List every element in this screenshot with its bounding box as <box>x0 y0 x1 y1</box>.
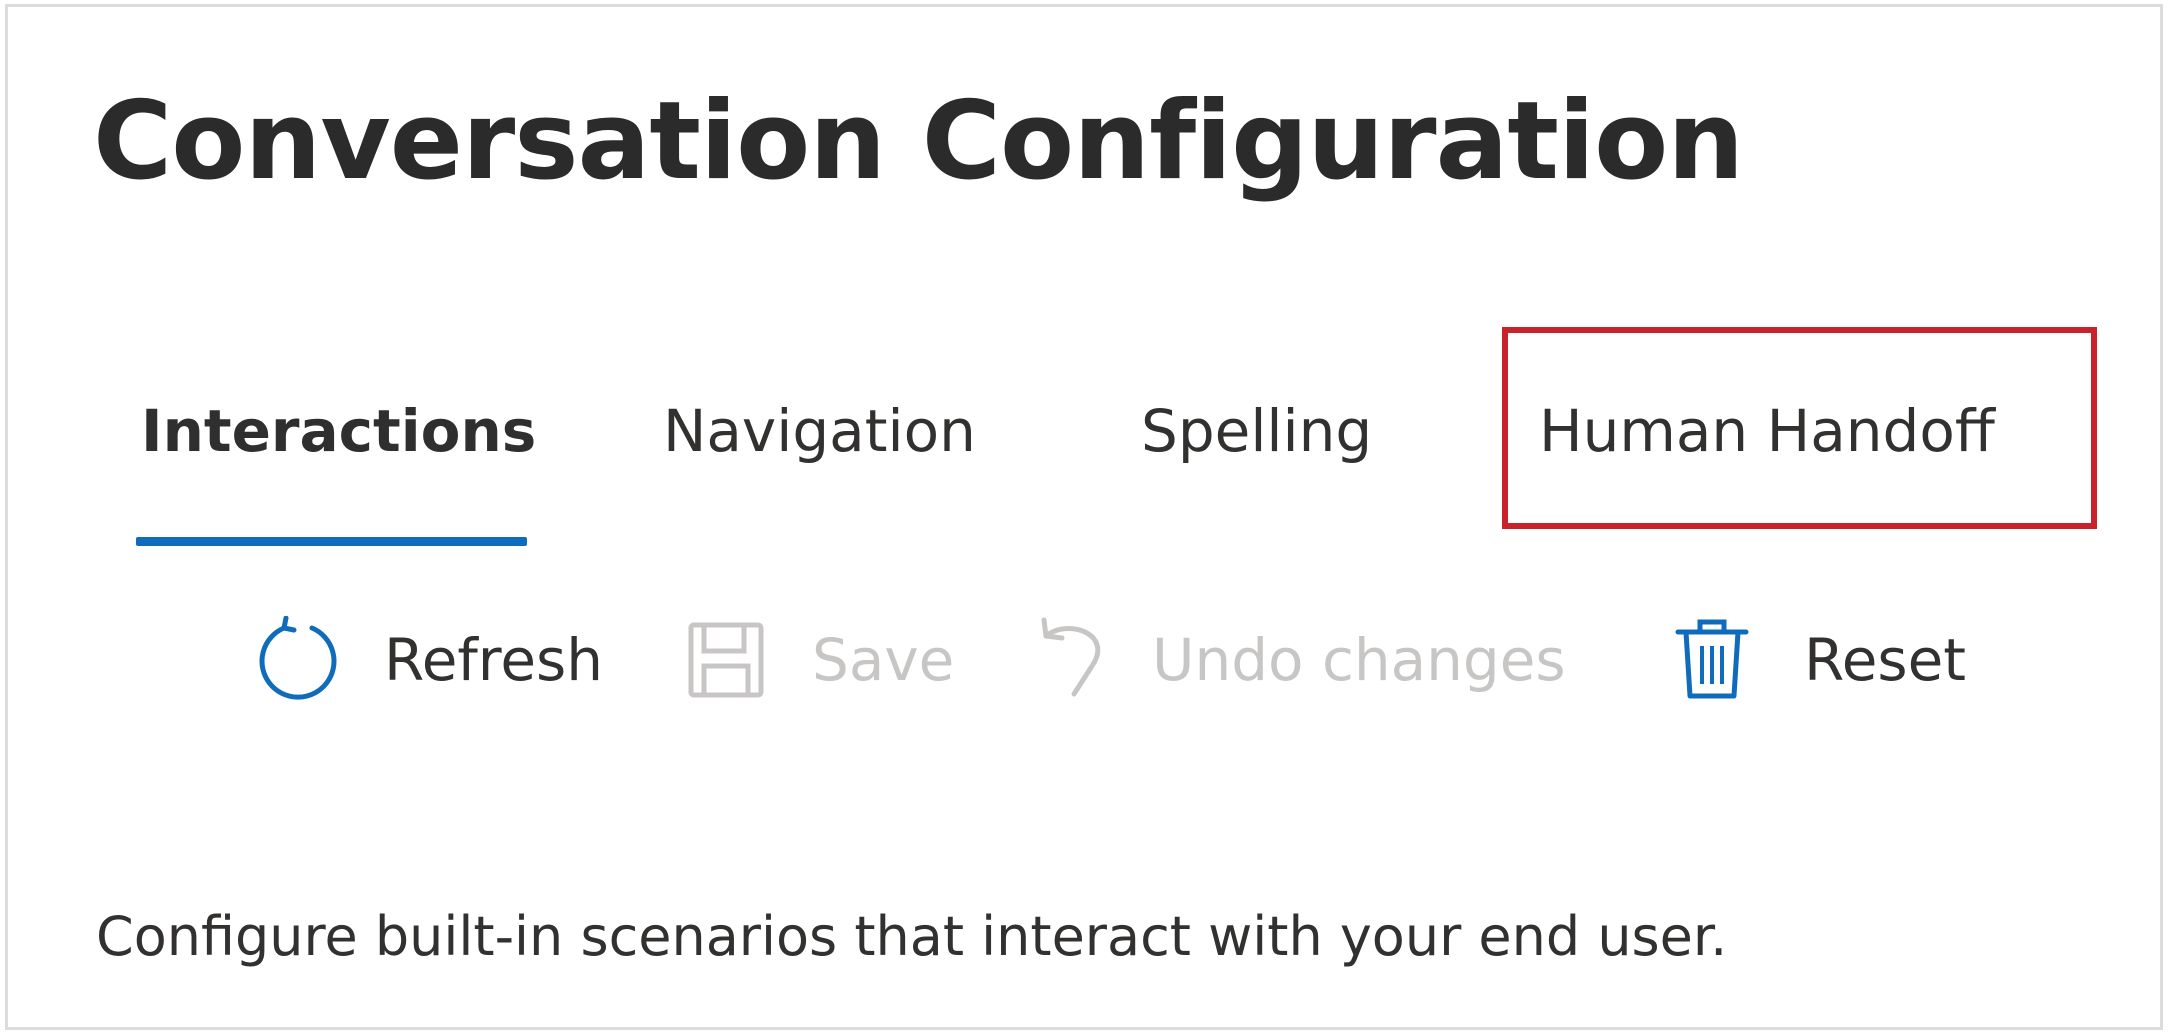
tab-spelling[interactable]: Spelling <box>1141 402 1372 460</box>
reset-label: Reset <box>1804 626 1967 694</box>
tab-interactions[interactable]: Interactions <box>141 402 536 460</box>
undo-changes-button[interactable]: Undo changes <box>1028 615 1566 705</box>
save-button[interactable]: Save <box>682 615 954 705</box>
save-icon <box>682 616 770 704</box>
refresh-button[interactable]: Refresh <box>254 615 603 705</box>
refresh-label: Refresh <box>384 626 604 694</box>
save-label: Save <box>812 626 955 694</box>
tab-human-handoff[interactable]: Human Handoff <box>1539 402 1995 460</box>
trash-icon <box>1668 616 1756 704</box>
undo-icon <box>1028 616 1116 704</box>
app-window: Conversation Configuration Interactions … <box>5 4 2163 1030</box>
reset-button[interactable]: Reset <box>1668 615 1966 705</box>
tab-navigation[interactable]: Navigation <box>663 402 976 460</box>
selected-tab-indicator <box>136 537 527 546</box>
refresh-icon <box>254 616 342 704</box>
page-description: Configure built-in scenarios that intera… <box>96 905 1728 968</box>
undo-changes-label: Undo changes <box>1152 626 1566 694</box>
page-title: Conversation Configuration <box>93 79 1744 204</box>
